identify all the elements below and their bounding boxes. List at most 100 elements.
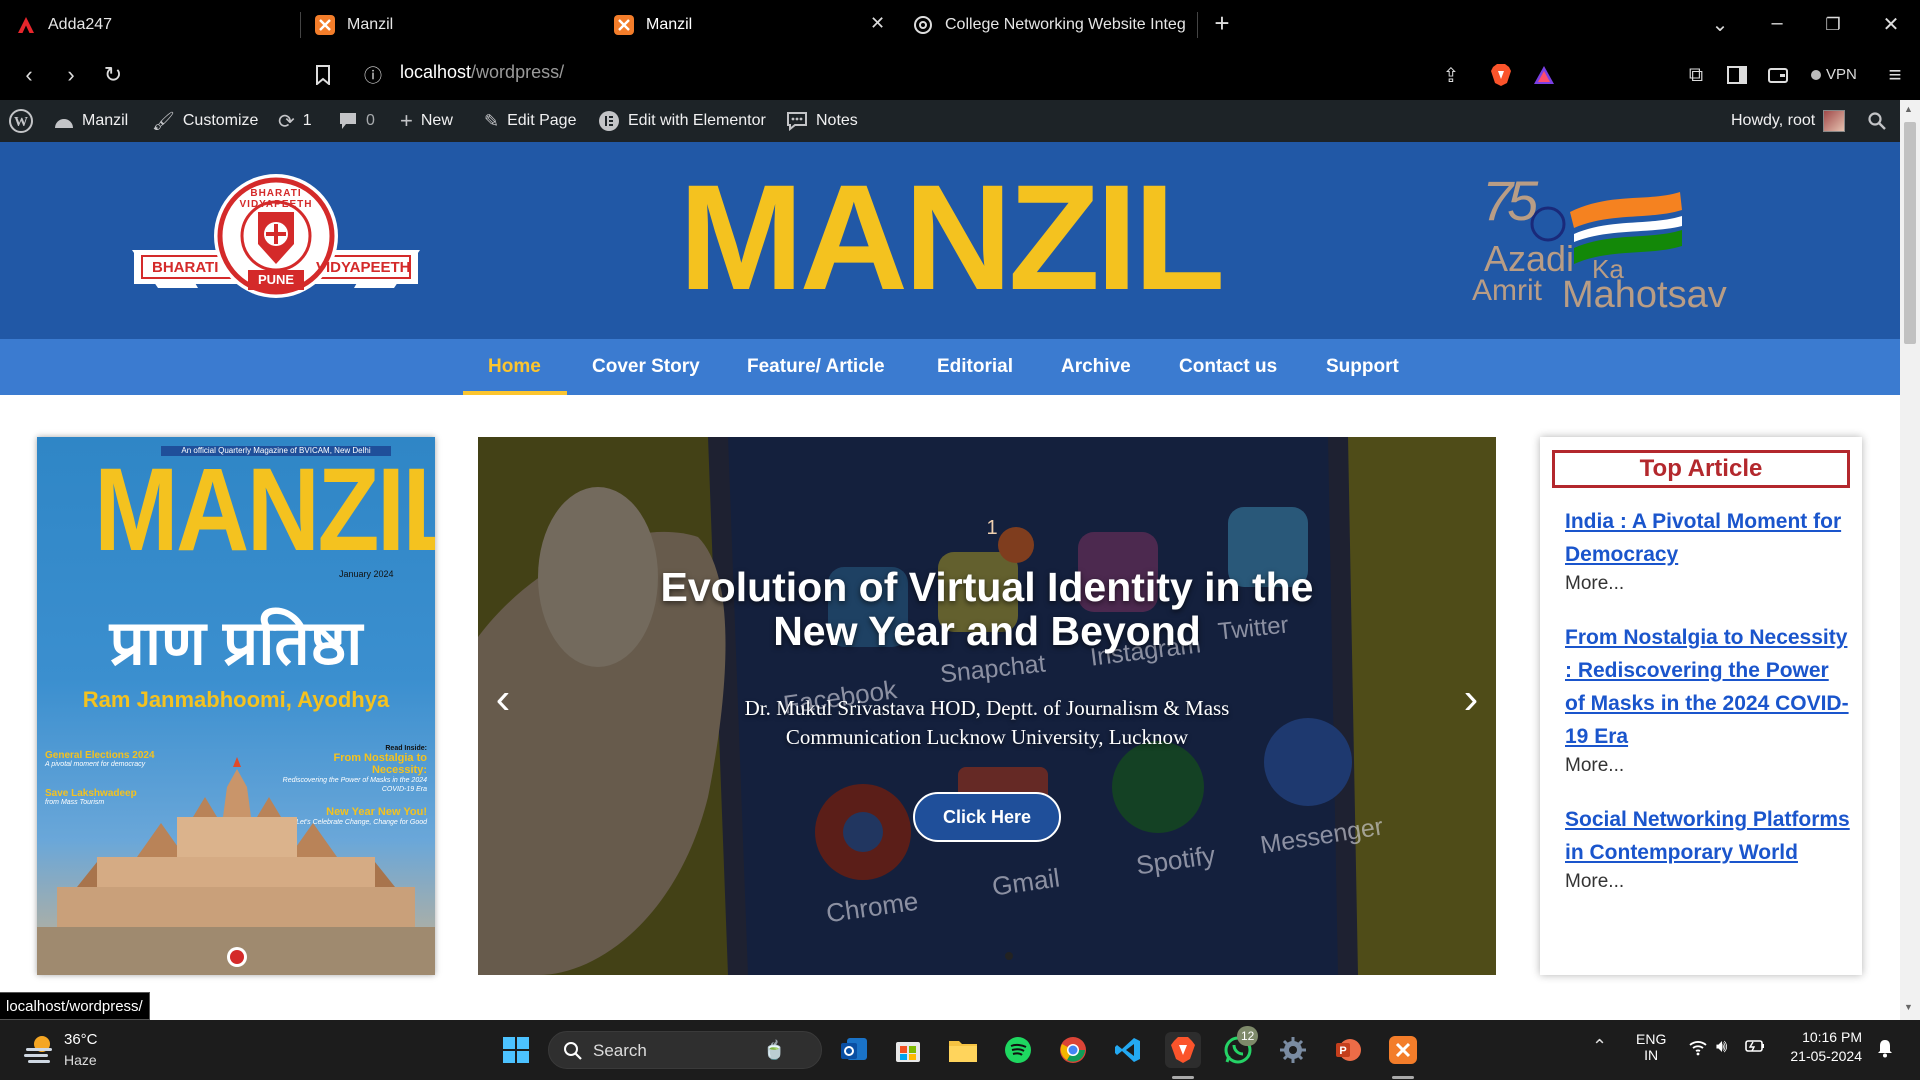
outlook-icon[interactable]: [836, 1032, 872, 1068]
temple-illustration: [37, 757, 435, 975]
wp-edit-page[interactable]: ✎ Edit Page: [484, 100, 576, 142]
more-link[interactable]: More...: [1565, 573, 1850, 595]
wp-comments[interactable]: 0: [338, 100, 375, 142]
notes-icon: [786, 111, 808, 131]
bookmark-icon[interactable]: [308, 60, 338, 90]
page-scrollbar[interactable]: ▲ ▼: [1900, 100, 1920, 1020]
wp-edit-elementor[interactable]: Edit with Elementor: [598, 100, 766, 142]
magazine-cover[interactable]: An official Quarterly Magazine of BVICAM…: [37, 437, 435, 975]
nav-cover-story[interactable]: Cover Story: [592, 339, 700, 395]
slider-prev-arrow[interactable]: ‹: [488, 677, 518, 721]
slide-title[interactable]: Evolution of Virtual Identity in the New…: [637, 565, 1337, 653]
close-window-button[interactable]: ✕: [1876, 12, 1906, 37]
vscode-icon[interactable]: [1110, 1032, 1146, 1068]
elementor-label: Edit with Elementor: [628, 112, 766, 129]
menu-icon[interactable]: ≡: [1880, 60, 1910, 90]
file-explorer-icon[interactable]: [945, 1032, 981, 1068]
openai-icon: [913, 15, 933, 35]
wp-new[interactable]: + New: [400, 100, 453, 142]
tab-adda247[interactable]: Adda247: [16, 0, 286, 50]
brave-rewards-icon[interactable]: [1529, 60, 1559, 90]
top-article-link[interactable]: India : A Pivotal Moment for Democracy: [1565, 505, 1850, 571]
vpn-button[interactable]: VPN: [1811, 66, 1857, 83]
settings-gear-icon[interactable]: [1275, 1032, 1311, 1068]
top-article-link[interactable]: From Nostalgia to Necessity : Rediscover…: [1565, 621, 1850, 753]
wifi-icon[interactable]: [1688, 1038, 1708, 1061]
svg-text:W: W: [14, 115, 28, 130]
nav-support[interactable]: Support: [1326, 339, 1399, 395]
clock[interactable]: 10:16 PM 21-05-2024: [1782, 1029, 1862, 1064]
slider-next-arrow[interactable]: ›: [1456, 677, 1486, 721]
share-icon[interactable]: ⇪: [1436, 60, 1466, 90]
notification-bell-icon[interactable]: [1876, 1038, 1894, 1063]
chevron-up-icon[interactable]: ⌃: [1592, 1036, 1607, 1057]
slider-dot[interactable]: [1005, 952, 1013, 960]
search-icon[interactable]: [1868, 100, 1886, 142]
nav-archive[interactable]: Archive: [1061, 339, 1131, 395]
wp-notes[interactable]: Notes: [786, 100, 858, 142]
nav-feature-article[interactable]: Feature/ Article: [747, 339, 885, 395]
reload-icon[interactable]: ↻: [98, 60, 128, 90]
scroll-down-icon[interactable]: ▼: [1904, 1002, 1913, 1012]
address-bar[interactable]: localhost/wordpress/: [400, 62, 564, 83]
xampp-icon: [614, 15, 634, 35]
restore-button[interactable]: ❐: [1818, 15, 1848, 35]
site-title[interactable]: MANZIL: [600, 152, 1300, 322]
nav-editorial[interactable]: Editorial: [937, 339, 1013, 395]
language-indicator[interactable]: ENG IN: [1636, 1031, 1666, 1063]
wp-site-name[interactable]: Manzil: [54, 100, 128, 142]
plus-icon: +: [400, 108, 413, 133]
bharati-vidyapeeth-logo[interactable]: BHARATI VIDYAPEETH PUNE BHARATI VIDYAPEE…: [128, 172, 424, 302]
powerpoint-icon[interactable]: P: [1330, 1032, 1366, 1068]
nav-home[interactable]: Home: [488, 339, 541, 395]
status-bar-url: localhost/wordpress/: [0, 992, 150, 1020]
site-info-icon[interactable]: ⓘ: [358, 60, 388, 90]
forward-arrow-icon[interactable]: ›: [56, 60, 86, 90]
tab-manzil-1[interactable]: Manzil: [315, 0, 585, 50]
tab-manzil-active[interactable]: Manzil: [614, 0, 874, 50]
tab-search-chevron-icon[interactable]: ⌄: [1705, 12, 1735, 37]
volume-icon[interactable]: 🔊︎: [1716, 1036, 1727, 1057]
more-link[interactable]: More...: [1565, 755, 1850, 777]
sidebar-icon[interactable]: [1722, 60, 1752, 90]
microsoft-store-icon[interactable]: [890, 1032, 926, 1068]
more-link[interactable]: More...: [1565, 871, 1850, 893]
windows-start-icon[interactable]: [498, 1032, 534, 1068]
wp-account[interactable]: Howdy, root: [1731, 100, 1846, 142]
tab-college-networking[interactable]: College Networking Website Integrat: [913, 0, 1185, 50]
scroll-up-icon[interactable]: ▲: [1904, 104, 1913, 114]
comment-icon: [338, 112, 358, 130]
list-item: From Nostalgia to Necessity : Rediscover…: [1565, 621, 1850, 777]
brave-icon[interactable]: [1165, 1032, 1201, 1068]
spotify-icon[interactable]: [1000, 1032, 1036, 1068]
taskbar-search-box[interactable]: Search 🍵: [548, 1031, 822, 1069]
cover-hindi-title: प्राण प्रतिष्ठा: [109, 609, 363, 678]
battery-icon[interactable]: [1744, 1038, 1766, 1059]
url-path: /wordpress/: [471, 62, 565, 82]
close-tab-icon[interactable]: ✕: [870, 13, 885, 34]
wp-customize[interactable]: 🖌 Customize: [152, 100, 258, 142]
list-item: India : A Pivotal Moment for Democracy M…: [1565, 505, 1850, 595]
nav-contact-us[interactable]: Contact us: [1179, 339, 1277, 395]
chrome-icon[interactable]: [1055, 1032, 1091, 1068]
xampp-icon[interactable]: [1385, 1032, 1421, 1068]
click-here-button[interactable]: Click Here: [913, 792, 1061, 842]
weather-haze-icon[interactable]: [22, 1032, 56, 1066]
wallet-icon[interactable]: [1763, 60, 1793, 90]
clock-date: 21-05-2024: [1790, 1048, 1862, 1064]
brave-shields-icon[interactable]: [1486, 60, 1516, 90]
search-icon: [563, 1041, 583, 1066]
extensions-icon[interactable]: ⧉: [1681, 60, 1711, 90]
scrollbar-thumb[interactable]: [1904, 122, 1916, 344]
wp-updates[interactable]: ⟳ 1: [278, 100, 312, 142]
minimize-button[interactable]: –: [1762, 12, 1792, 35]
azadi-ka-amrit-mahotsav-logo: 75 Azadi Ka Amrit Mahotsav: [1470, 169, 1740, 322]
logo-city: PUNE: [257, 272, 295, 287]
back-arrow-icon[interactable]: ‹: [14, 60, 44, 90]
notes-label: Notes: [816, 112, 858, 129]
new-tab-button[interactable]: +: [1207, 8, 1237, 39]
active-nav-indicator: [463, 391, 567, 395]
cover-date: January 2024: [339, 569, 394, 579]
wordpress-logo-icon[interactable]: W: [8, 100, 34, 142]
top-article-link[interactable]: Social Networking Platforms in Contempor…: [1565, 803, 1850, 869]
